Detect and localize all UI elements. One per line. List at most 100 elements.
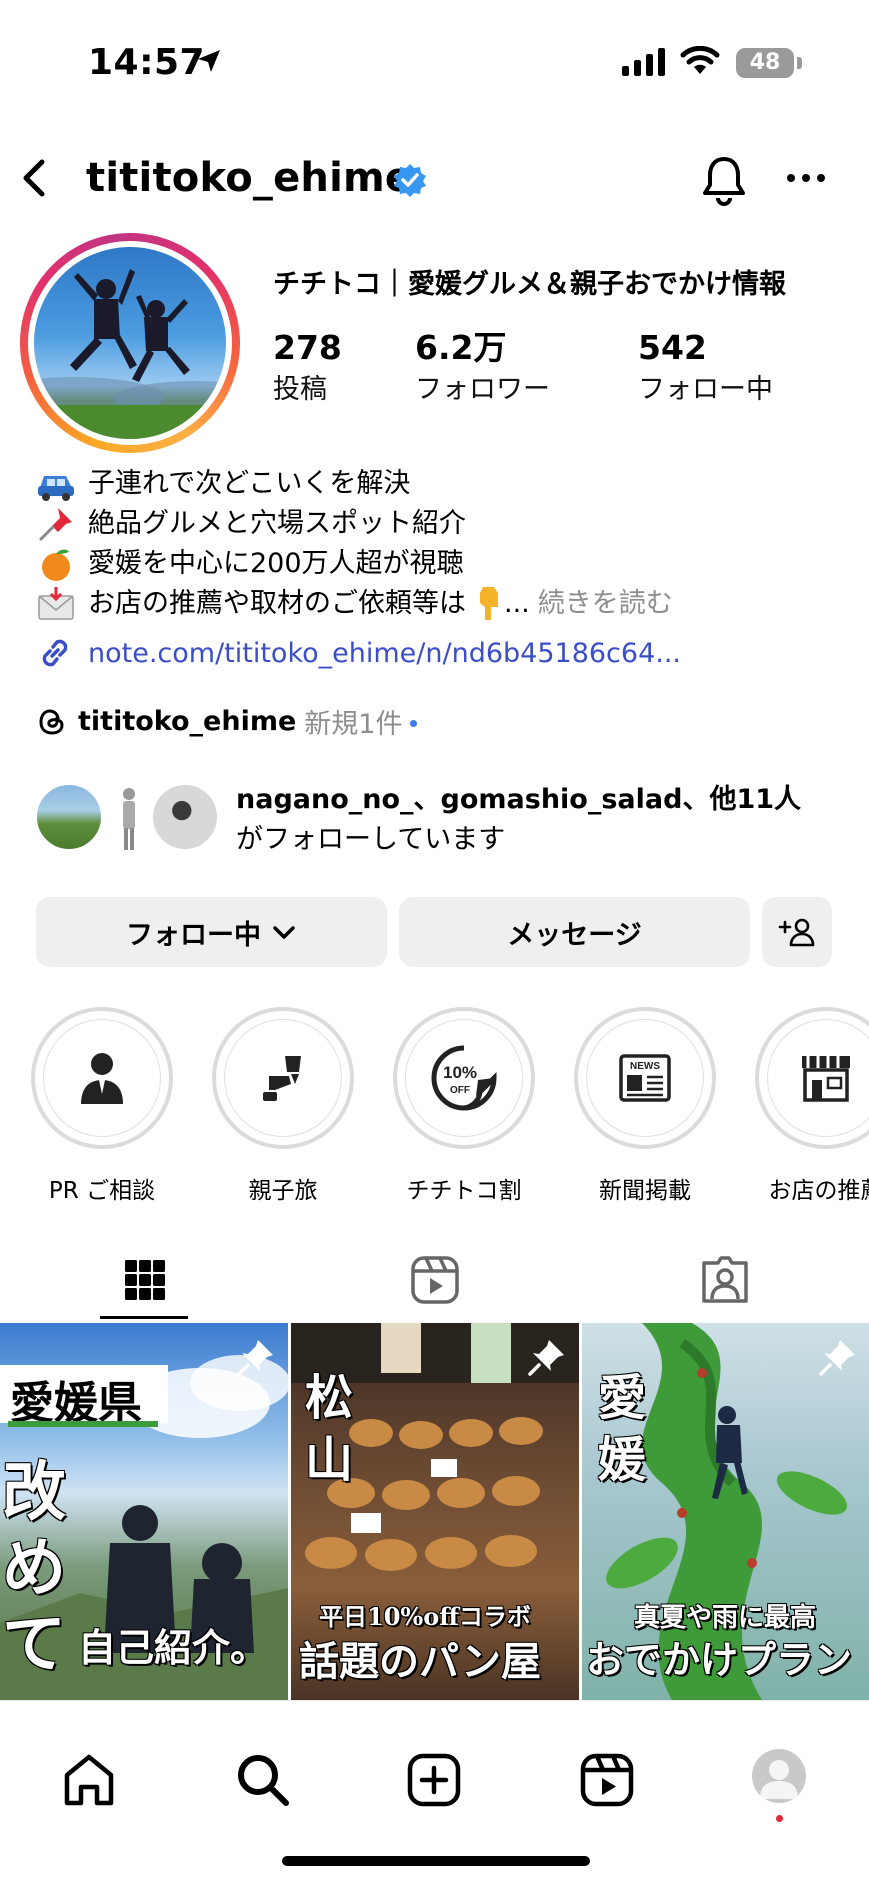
create-post-icon[interactable] [407, 1753, 461, 1807]
news-badge-text: NEWS [630, 1061, 660, 1072]
battery-icon: 48 [736, 48, 794, 78]
battery-cap [797, 57, 802, 69]
pushpin-emoji-icon [39, 508, 72, 541]
profile-header: tititoko_ehime [0, 150, 869, 210]
location-arrow-icon [198, 50, 220, 72]
tab-reels[interactable] [290, 1240, 580, 1320]
post-side-char: 山 [305, 1432, 354, 1488]
highlight-label: チチトコ割 [406, 1178, 522, 1204]
threads-new-dot [410, 720, 418, 727]
tab-tagged[interactable] [580, 1240, 869, 1320]
reels-icon [411, 1256, 459, 1304]
avatar-image [34, 247, 226, 439]
notification-bell-icon[interactable] [700, 154, 748, 206]
discount-badge-text: 10% [443, 1063, 477, 1082]
profile-display-name: チチトコ｜愛媛グルメ＆親子おでかけ情報 [273, 269, 786, 300]
back-chevron-icon[interactable] [14, 156, 58, 200]
header-username: tititoko_ehime [86, 155, 413, 201]
stat-following-count: 542 [638, 328, 707, 367]
orange-emoji-icon [42, 549, 70, 581]
highlight-newspaper[interactable]: NEWS 新聞掲載 [574, 1007, 716, 1205]
threads-username: tititoko_ehime [78, 706, 297, 737]
threads-logo-icon [39, 708, 64, 735]
grid-icon [125, 1260, 165, 1300]
cellular-signal-icon [622, 48, 665, 76]
stat-posts[interactable]: 278 投稿 [273, 326, 342, 410]
bio-link[interactable]: note.com/tititoko_ehime/n/nd6b45186c64..… [36, 634, 681, 672]
reels-nav-icon[interactable] [580, 1753, 634, 1807]
highlight-store[interactable]: お店の推薦 [755, 1007, 869, 1205]
highlight-discount[interactable]: 10% OFF チチトコ割 [393, 1007, 535, 1205]
threads-new-count: 新規1件 [304, 709, 403, 740]
post-side-char: 媛 [598, 1432, 647, 1488]
post-thumbnail[interactable]: 松 山 平日10%offコラボ 話題のパン屋 [291, 1323, 579, 1700]
post-thumbnail[interactable]: 愛 媛 真夏や雨に最高 おでかけプラン [582, 1323, 869, 1700]
highlight-family-trip[interactable]: 親子旅 [212, 1007, 354, 1205]
post-caption: 話題のパン屋 [299, 1638, 541, 1685]
bio-line: 絶品グルメと穴場スポット紹介 [36, 504, 673, 544]
active-tab-indicator [100, 1316, 188, 1319]
person-icon [81, 1053, 123, 1104]
wifi-icon [680, 46, 720, 74]
chevron-down-icon [273, 926, 295, 939]
mutual-followers[interactable]: nagano_no_、gomashio_salad、他11人 がフォローしていま… [34, 780, 864, 860]
highlight-label: 親子旅 [248, 1178, 318, 1204]
bio-ellipsis: ... [504, 588, 530, 619]
stat-posts-label: 投稿 [273, 374, 327, 405]
stat-posts-count: 278 [273, 328, 342, 367]
stat-followers-label: フォロワー [415, 374, 550, 405]
stat-followers[interactable]: 6.2万 フォロワー [415, 326, 550, 410]
following-button[interactable]: フォロー中 [36, 897, 387, 967]
post-side-char: 愛 [598, 1370, 647, 1426]
bio-text: 愛媛を中心に200万人超が視聴 [88, 548, 464, 579]
post-subcaption: 平日10%offコラボ [319, 1602, 531, 1631]
post-thumbnail[interactable]: 愛媛県 改 め て 自己紹介。 [0, 1323, 288, 1700]
highlight-label: PR ご相談 [48, 1178, 156, 1204]
verified-badge-icon [394, 164, 426, 197]
suggest-people-button[interactable] [762, 897, 832, 967]
mutual-followers-text: nagano_no_、gomashio_salad、他11人 がフォローしていま… [236, 780, 801, 860]
mutual-names: nagano_no_、gomashio_salad、他11人 [236, 784, 802, 815]
pinned-post-icon [237, 1340, 273, 1376]
bio-line: 子連れで次どこいくを解決 [36, 464, 673, 504]
mutual-avatar-figure [123, 788, 135, 850]
mutual-suffix: がフォローしています [236, 824, 506, 855]
profile-nav-avatar[interactable] [752, 1749, 806, 1803]
profile-avatar[interactable] [20, 233, 240, 453]
search-icon[interactable] [236, 1753, 290, 1807]
bio-text: 絶品グルメと穴場スポット紹介 [88, 508, 466, 539]
battery-level: 48 [749, 50, 781, 75]
envelope-emoji-icon [38, 587, 74, 620]
home-icon[interactable] [62, 1753, 116, 1807]
posts-grid: 愛媛県 改 め て 自己紹介。 松 山 平日10%offコラボ 話題のパン屋 愛… [0, 1323, 869, 1700]
home-indicator [282, 1856, 590, 1866]
stat-following[interactable]: 542 フォロー中 [638, 326, 773, 410]
read-more-link[interactable]: 続きを読む [538, 584, 673, 624]
post-side-text: 松 山 [305, 1367, 353, 1491]
post-big-char: て [2, 1607, 66, 1682]
post-caption: 自己紹介。 [78, 1625, 269, 1670]
tagged-person-icon [702, 1256, 748, 1303]
highlight-label: 新聞掲載 [599, 1178, 691, 1204]
link-chain-icon [42, 639, 68, 667]
post-caption: おでかけプラン [586, 1637, 853, 1682]
bio-link-text: note.com/tititoko_ehime/n/nd6b45186c64..… [88, 637, 681, 669]
pinned-post-icon [819, 1340, 855, 1376]
profile-bio: 子連れで次どこいくを解決 絶品グルメと穴場スポット紹介 愛媛を中心に200万人超… [36, 464, 673, 624]
pointing-down-emoji-icon [480, 587, 498, 620]
post-tag-underline [8, 1421, 158, 1427]
car-emoji-icon [38, 476, 74, 501]
threads-badge[interactable]: tititoko_ehime 新規1件 [36, 702, 418, 741]
more-options-icon[interactable] [786, 172, 826, 184]
discount-sticker-icon: 10% OFF [431, 1045, 497, 1111]
following-button-label: フォロー中 [126, 919, 261, 951]
profile-notification-dot [776, 1815, 783, 1822]
highlight-pr[interactable]: PR ご相談 [31, 1007, 173, 1205]
stat-followers-count: 6.2万 [415, 328, 507, 367]
store-icon [802, 1056, 850, 1102]
tab-posts-grid[interactable] [0, 1240, 290, 1320]
bio-text: お店の推薦や取材のご依頼等は [88, 588, 466, 619]
post-big-text: 改 め て [2, 1455, 66, 1683]
bio-line: お店の推薦や取材のご依頼等は ... 続きを読む [36, 584, 673, 624]
message-button[interactable]: メッセージ [399, 897, 750, 967]
